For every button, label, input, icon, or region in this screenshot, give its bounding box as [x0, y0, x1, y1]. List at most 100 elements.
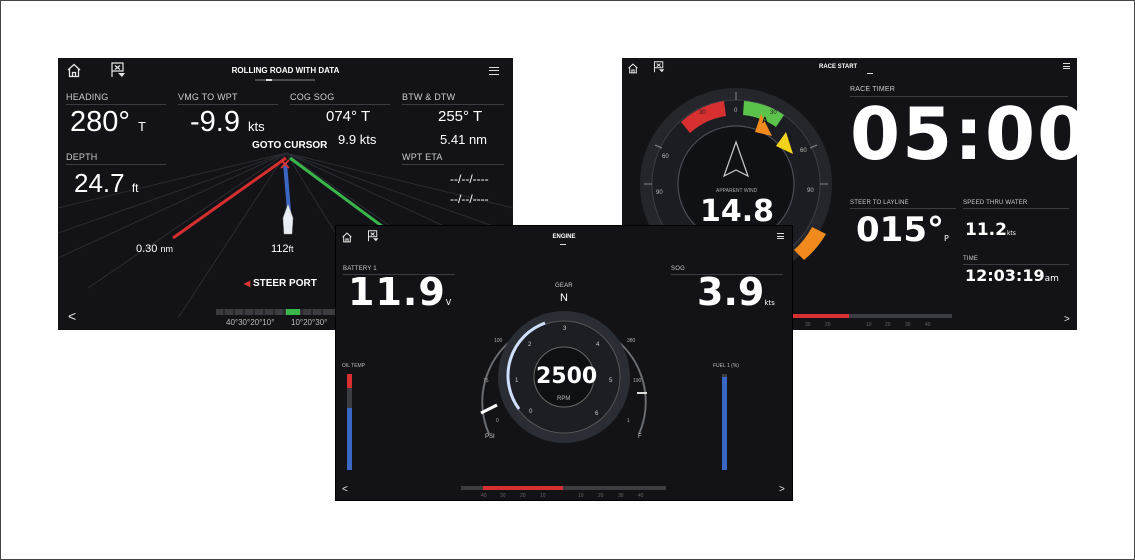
wpt-eta-line1: --/--/---- — [450, 172, 489, 186]
engine-scale-label: 40 — [638, 493, 644, 499]
engine-scale-label: 10 — [578, 493, 584, 499]
dial-label-port-90: 90 — [656, 190, 663, 196]
psi-label: PSI — [485, 434, 495, 440]
layline-scale-label: 30 — [905, 322, 911, 328]
layline-scale-label: 10 — [866, 322, 872, 328]
stw-value: 11.2kts — [965, 220, 1016, 240]
page-title: RACE START — [819, 64, 858, 70]
psi-tick-label: 75 — [483, 378, 489, 384]
home-icon[interactable] — [341, 230, 353, 248]
temp-f-label: F — [638, 434, 642, 440]
dtw-value: 5.41 nm — [440, 132, 487, 147]
dial-label-stbd-90: 90 — [807, 188, 814, 194]
dial-label-stbd-120: 120 — [798, 230, 809, 236]
heading-value: 280° T — [70, 106, 146, 138]
engine-scale-bar — [461, 486, 666, 490]
distance-left-marker: 0.30 nm — [136, 243, 173, 255]
cog-sog-label: COG SOG — [290, 92, 335, 102]
fuel-label: FUEL 1 (%) — [713, 363, 739, 369]
menu-icon[interactable] — [1063, 63, 1070, 69]
btw-dtw-label: BTW & DTW — [402, 92, 456, 102]
rpm-tick-label: 2 — [528, 342, 532, 348]
title-page-indicator — [255, 79, 315, 81]
depth-value: 24.7 ft — [74, 168, 139, 198]
home-icon[interactable] — [627, 61, 639, 79]
vmg-label: VMG TO WPT — [178, 92, 238, 102]
xte-scale-right-labels: 10°20°30° — [291, 318, 328, 327]
distance-mid-marker: 112ft — [271, 243, 294, 255]
engine-scale-label: 30 — [618, 493, 624, 499]
home-icon[interactable] — [66, 63, 82, 83]
engine-scale-label: 20 — [598, 493, 604, 499]
engine-scale-label: 20 — [520, 493, 526, 499]
divider — [66, 164, 166, 165]
wpt-eta-label: WPT ETA — [402, 152, 443, 162]
heading-label: HEADING — [66, 92, 109, 102]
wpt-eta-line2: --/--/---- — [450, 192, 489, 206]
engine-scale-label: 30 — [500, 493, 506, 499]
title-page-indicator-active — [560, 244, 566, 245]
dial-label-port-60: 60 — [662, 154, 669, 160]
marker-t-label: T — [788, 136, 793, 143]
gear-label: GEAR — [555, 283, 573, 289]
chevron-left-icon[interactable]: < — [68, 308, 76, 324]
depth-label: DEPTH — [66, 152, 98, 162]
menu-icon[interactable] — [489, 67, 499, 75]
divider — [66, 104, 166, 105]
dial-label-0: 0 — [734, 108, 738, 114]
cog-value: 074° T — [326, 108, 371, 125]
time-value: 12:03:19am — [965, 266, 1059, 285]
temp-tick-label: 1 — [627, 418, 630, 424]
race-timer-value: 05:00 — [850, 92, 1077, 176]
oil-temp-label: OIL TEMP — [342, 363, 366, 369]
page-title: ROLLING ROAD WITH DATA — [231, 66, 340, 75]
psi-tick-label: 0 — [496, 418, 499, 424]
waypoint-flag-icon[interactable] — [653, 60, 665, 78]
chevron-right-icon[interactable]: > — [1064, 314, 1070, 325]
waypoint-flag-icon[interactable] — [110, 62, 126, 83]
engine-scale-label: 10 — [540, 493, 546, 499]
oil-temp-bar-alarm — [347, 374, 352, 388]
rpm-tick-label: 0 — [529, 409, 533, 415]
divider — [402, 104, 504, 105]
temp-tick-label: 380 — [627, 338, 636, 344]
layline-scale-label: 40 — [925, 322, 931, 328]
marker-a-label: A — [762, 116, 768, 125]
layline-scale-label: 20 — [825, 322, 831, 328]
chevron-left-icon[interactable]: < — [342, 484, 348, 495]
title-page-indicator-active — [266, 79, 272, 81]
apparent-wind-value: 14.8 — [700, 194, 775, 229]
goto-cursor-label: GOTO CURSOR — [252, 140, 328, 151]
vmg-value: -9.9 kts — [190, 106, 265, 138]
waypoint-flag-icon[interactable] — [367, 229, 379, 247]
layline-scale-bar — [787, 314, 952, 318]
dial-label-stbd-60: 60 — [800, 148, 807, 154]
psi-tick-label: 100 — [494, 338, 503, 344]
rpm-tick-label: 4 — [596, 342, 600, 348]
sog-label: SOG — [671, 266, 685, 272]
dial-label-port-30: 30 — [699, 110, 706, 116]
time-label: TIME — [963, 256, 979, 262]
steer-port-indicator: ◀ STEER PORT — [244, 278, 317, 289]
divider — [402, 164, 504, 165]
menu-icon[interactable] — [777, 233, 784, 239]
page-title: ENGINE — [552, 234, 576, 240]
chevron-right-icon[interactable]: > — [779, 484, 785, 495]
xte-scale-left-labels: 40°30°20°10° — [226, 318, 275, 327]
title-page-indicator-active — [867, 73, 873, 74]
divider — [963, 208, 1069, 209]
rpm-tick-label: 1 — [515, 378, 519, 384]
steer-layline-label: STEER TO LAYLINE — [850, 200, 909, 206]
sog-value: 3.9kts — [697, 270, 775, 314]
fuel-bar-fill — [722, 377, 727, 470]
divider — [850, 208, 956, 209]
divider — [290, 104, 390, 105]
rpm-tick-label: 6 — [595, 411, 599, 417]
sog-value: 9.9 kts — [338, 132, 377, 147]
divider — [963, 264, 1069, 265]
stw-label: SPEED THRU WATER — [963, 200, 1028, 206]
gear-value: N — [560, 292, 568, 304]
oil-temp-bar-fill — [347, 408, 352, 470]
port-lane-line — [172, 156, 287, 240]
steer-layline-value: 015°P — [856, 210, 949, 250]
